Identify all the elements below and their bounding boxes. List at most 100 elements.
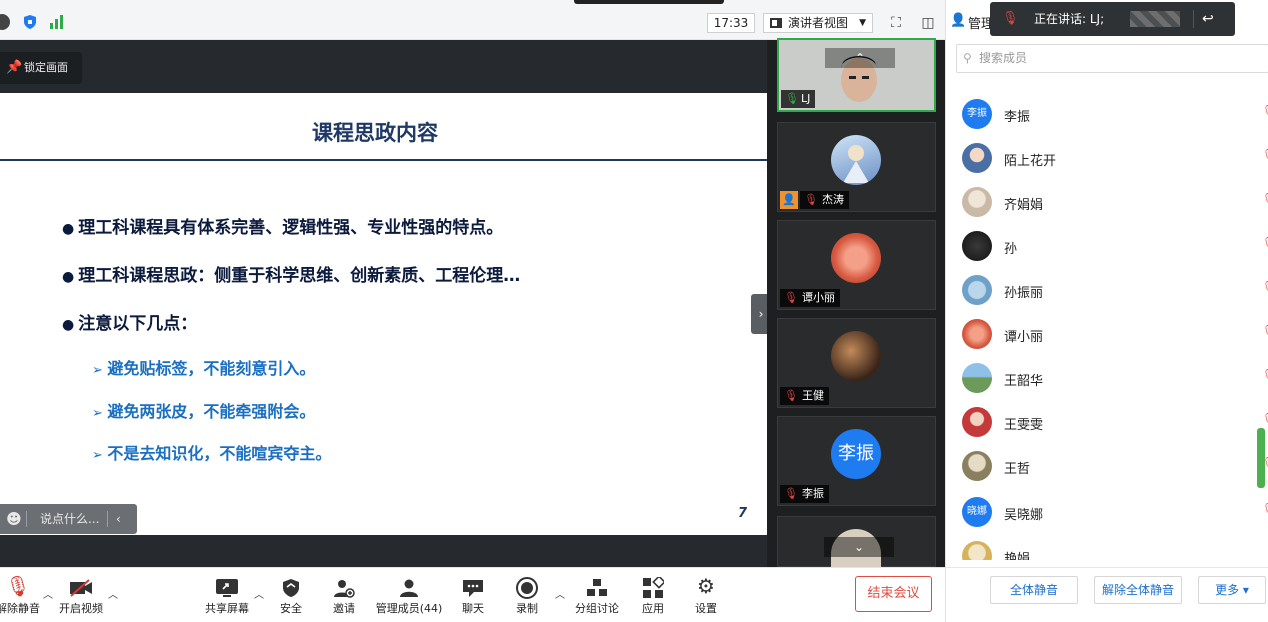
member-row[interactable]: 齐娟娟 🎙 <box>962 184 1268 220</box>
slide-divider <box>0 159 767 161</box>
lock-view-button[interactable]: 📌 锁定画面 <box>0 52 82 84</box>
mic-muted-icon[interactable]: 🎙 <box>1262 104 1268 118</box>
tile-name-label: 🎙 LJ <box>781 90 816 108</box>
slide-subbullet: 避免两张皮，不能牵强附会。 <box>92 398 315 422</box>
member-name: 吴晓娜 <box>1004 508 1044 523</box>
mic-muted-icon[interactable]: 🎙 <box>1262 368 1268 382</box>
slide-bullet: 注意以下几点： <box>62 309 197 334</box>
divider <box>1193 10 1194 28</box>
member-row[interactable]: 陌上花开 🎙 <box>962 140 1268 176</box>
chevron-down-icon[interactable]: ⌄ <box>824 537 894 557</box>
avatar <box>962 143 992 173</box>
gear-icon: ⚙ <box>697 574 715 598</box>
mic-muted-icon[interactable]: 🎙 <box>1262 192 1268 206</box>
chevron-up-icon[interactable]: ︿ <box>555 586 565 601</box>
mute-all-button[interactable]: 全体静音 <box>990 576 1078 604</box>
fullscreen-icon[interactable]: ⛶ <box>886 13 906 33</box>
unmute-all-button[interactable]: 解除全体静音 <box>1094 576 1182 604</box>
member-row[interactable]: 王哲 🎙 <box>962 448 1268 484</box>
chat-input[interactable]: 说点什么... <box>40 504 99 534</box>
video-tile[interactable]: 🎙 谭小丽 <box>777 220 936 310</box>
search-placeholder: 搜索成员 <box>979 51 1028 65</box>
manage-members-label: 管理成员(44) <box>375 602 443 615</box>
member-row[interactable]: 李振 李振 🎙 <box>962 96 1268 132</box>
shield-icon[interactable] <box>22 14 38 30</box>
mic-muted-icon[interactable]: 🎙 <box>1262 280 1268 294</box>
start-video-button[interactable]: 开启视频 <box>58 572 104 620</box>
manage-members-button[interactable]: 管理成员(44) <box>374 572 444 620</box>
chevron-up-icon[interactable]: ⌃ <box>825 48 895 68</box>
apps-button[interactable]: 应用 <box>638 572 668 620</box>
breakout-icon <box>574 572 620 600</box>
divider <box>26 511 27 527</box>
slide-bullet: 理工科课程思政：侧重于科学思维、创新素质、工程伦理… <box>62 261 520 286</box>
mic-muted-icon: 🎙 <box>804 193 818 206</box>
meeting-toolbar: 🎙 解除静音 ︿ 开启视频 ︿ 共享屏幕 ︿ 安全 邀请 管理成员(44) 聊天… <box>0 567 945 622</box>
member-row[interactable]: 晓娜 吴晓娜 🎙 <box>962 494 1268 530</box>
more-button[interactable]: 更多 ▾ <box>1198 576 1266 604</box>
chat-icon <box>458 572 488 600</box>
member-row[interactable]: 艳娟 <box>962 538 1262 560</box>
chevron-up-icon[interactable]: ︿ <box>254 586 264 601</box>
avatar <box>962 275 992 305</box>
quick-chat-bar[interactable]: ☻ 说点什么... ‹ <box>0 504 137 534</box>
emoji-icon[interactable]: ☻ <box>4 504 24 534</box>
unmute-button[interactable]: 🎙 解除静音 <box>0 572 40 620</box>
slide-title: 课程思政内容 <box>312 121 438 145</box>
person-icon: 👤 <box>950 13 967 28</box>
member-row[interactable]: 孙振丽 🎙 <box>962 272 1268 308</box>
speaking-text: 正在讲话: LJ; <box>1034 12 1105 26</box>
sidebar-toggle-icon[interactable]: ◫ <box>918 13 938 33</box>
member-row[interactable]: 王雯雯 🎙 <box>962 404 1268 440</box>
video-tile[interactable]: 👤 🎙 杰涛 <box>777 122 936 212</box>
video-tile[interactable]: ⌄ <box>777 516 936 569</box>
panel-scrollbar[interactable] <box>1257 428 1265 488</box>
chevron-left-icon[interactable]: ‹ <box>116 504 121 534</box>
mic-muted-icon[interactable]: 🎙 <box>1262 502 1268 516</box>
mic-muted-icon: 🎙 <box>784 389 798 402</box>
security-button[interactable]: 安全 <box>276 572 306 620</box>
tile-name-label: 🎙 王健 <box>780 387 829 405</box>
member-name: 齐娟娟 <box>1004 198 1044 213</box>
slide-subbullet: 不是去知识化，不能喧宾夺主。 <box>92 440 331 464</box>
signal-icon[interactable] <box>48 14 64 30</box>
video-tile[interactable]: 李振 🎙 李振 <box>777 416 936 506</box>
video-strip: ⌃ 🎙 LJ 👤 🎙 杰涛 🎙 谭小丽 🎙 王健 李振 🎙 李振 ⌄ <box>767 38 945 569</box>
apps-label: 应用 <box>642 602 664 615</box>
mic-muted-icon[interactable]: 🎙 <box>1262 148 1268 162</box>
member-row[interactable]: 谭小丽 🎙 <box>962 316 1268 352</box>
tile-name-label: 🎙 李振 <box>780 485 829 503</box>
share-screen-button[interactable]: 共享屏幕 <box>204 572 250 620</box>
chevron-up-icon[interactable]: ︿ <box>108 586 118 601</box>
invite-button[interactable]: 邀请 <box>328 572 360 620</box>
mic-muted-icon: 🎙 <box>784 291 798 304</box>
avatar <box>962 187 992 217</box>
record-label: 录制 <box>516 602 538 615</box>
window-notch <box>574 0 724 4</box>
mic-muted-icon[interactable]: 🎙 <box>1262 412 1268 426</box>
security-label: 安全 <box>280 602 302 615</box>
chat-label: 聊天 <box>462 602 484 615</box>
info-icon[interactable] <box>0 14 10 30</box>
settings-button[interactable]: ⚙ 设置 <box>691 572 721 620</box>
view-mode-select[interactable]: 演讲者视图 ▼ <box>763 13 873 33</box>
mic-muted-icon[interactable]: 🎙 <box>1262 236 1268 250</box>
chat-button[interactable]: 聊天 <box>458 572 488 620</box>
people-icon <box>374 572 444 600</box>
mic-muted-icon[interactable]: 🎙 <box>1262 324 1268 338</box>
chevron-up-icon[interactable]: ︿ <box>43 586 53 601</box>
search-input[interactable]: ⚲ 搜索成员 <box>956 44 1268 73</box>
breakout-button[interactable]: 分组讨论 <box>574 572 620 620</box>
reply-icon[interactable]: ↩ <box>1202 2 1214 36</box>
video-tile[interactable]: ⌃ 🎙 LJ <box>777 38 936 112</box>
record-button[interactable]: 录制 <box>512 572 542 620</box>
host-icon: 👤 <box>780 191 798 209</box>
avatar <box>831 233 881 283</box>
add-user-icon <box>328 572 360 600</box>
member-row[interactable]: 王韶华 🎙 <box>962 360 1268 396</box>
speaking-indicator: 🎙 正在讲话: LJ; ↩ <box>990 2 1235 36</box>
video-tile[interactable]: 🎙 王健 <box>777 318 936 408</box>
member-row[interactable]: 孙 🎙 <box>962 228 1268 264</box>
avatar <box>962 319 992 349</box>
end-meeting-button[interactable]: 结束会议 <box>855 576 932 612</box>
